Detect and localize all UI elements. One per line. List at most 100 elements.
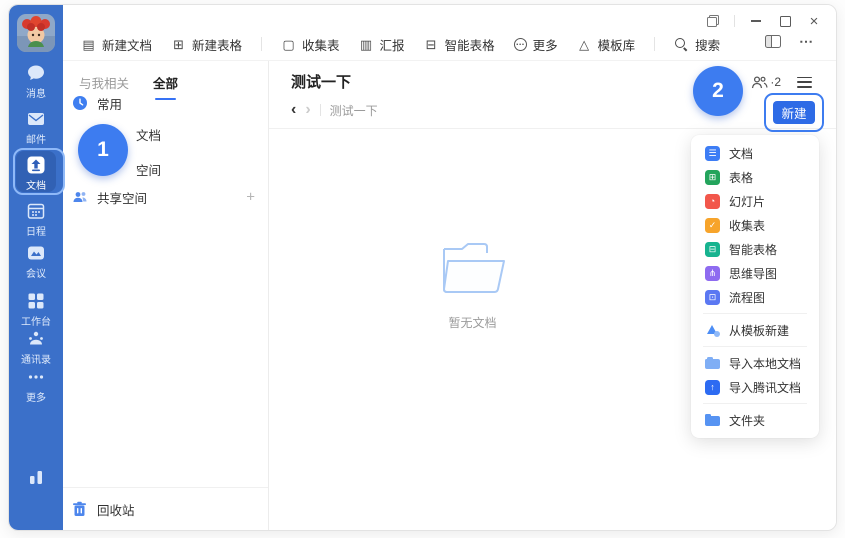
- doc-item-frequent[interactable]: 常用: [63, 88, 269, 118]
- sidebar-stats-button[interactable]: [9, 467, 63, 487]
- menu-item-sheet[interactable]: ⊞ 表格: [691, 165, 819, 189]
- avatar-image: [17, 14, 55, 52]
- divider: [703, 313, 807, 314]
- menu-item-label: 文件夹: [729, 412, 765, 429]
- sidebar-item-mail[interactable]: 邮件: [9, 109, 63, 146]
- toolbar-button-icon: ▤: [81, 37, 96, 52]
- menu-item-new-folder[interactable]: 文件夹: [691, 408, 819, 432]
- menu-item-icon: ⋔: [705, 266, 720, 281]
- shared-people-icon: [71, 189, 88, 206]
- new-dropdown-menu: ☰ 文档 ⊞ 表格 ◔ 幻灯片 ✓ 收集表 ⊟ 智能表格: [691, 135, 819, 438]
- toolbar-button-icon: ▢: [281, 37, 296, 52]
- menu-item-label: 思维导图: [729, 265, 777, 282]
- left-rail: 消息 邮件 文档: [9, 5, 63, 530]
- sidebar-item-label: 通讯录: [9, 351, 63, 366]
- menu-item-icon: ✓: [705, 218, 720, 233]
- top-toolbar: ▤ 新建文档 ⊞ 新建表格 ▢ 收集表 ▥ 汇报 ⊟ 智能表格: [63, 5, 836, 61]
- toolbar-button-icon: ▥: [359, 37, 374, 52]
- window-controls-divider: [734, 15, 735, 27]
- main-header-actions: ·2: [751, 75, 812, 89]
- toolbar-collect-form[interactable]: ▢ 收集表: [281, 35, 340, 54]
- add-space-button[interactable]: +: [246, 189, 255, 206]
- toolbar-more[interactable]: … 更多: [514, 35, 558, 54]
- menu-item-flowchart[interactable]: ⊡ 流程图: [691, 285, 819, 309]
- empty-folder-icon: [436, 241, 510, 297]
- doc-item-shared-space[interactable]: 共享空间 +: [63, 182, 269, 212]
- sidebar-item-workbench[interactable]: 工作台: [9, 291, 63, 328]
- sidebar-item-contacts[interactable]: 通讯录: [9, 329, 63, 366]
- menu-item-icon: ↑: [705, 380, 720, 395]
- sidebar-item-label: 日程: [9, 223, 63, 238]
- recycle-bin-item[interactable]: 回收站: [63, 493, 268, 525]
- sidebar-item-label: 更多: [9, 389, 63, 404]
- members-button[interactable]: ·2: [751, 75, 781, 89]
- menu-item-icon: ⊞: [705, 170, 720, 185]
- menu-item-icon: ⊟: [705, 242, 720, 257]
- menu-item-label: 文档: [729, 145, 753, 162]
- menu-item-slides[interactable]: ◔ 幻灯片: [691, 189, 819, 213]
- list-view-icon[interactable]: [797, 77, 812, 88]
- menu-item-icon: [705, 356, 720, 371]
- menu-item-smart-sheet[interactable]: ⊟ 智能表格: [691, 237, 819, 261]
- header-divider: [269, 128, 836, 129]
- maximize-icon[interactable]: [777, 13, 793, 29]
- toolbar-smart-sheet[interactable]: ⊟ 智能表格: [424, 35, 495, 54]
- window-controls: ×: [705, 13, 822, 29]
- menu-item-collect-form[interactable]: ✓ 收集表: [691, 213, 819, 237]
- stats-icon: [26, 467, 46, 487]
- close-icon[interactable]: ×: [806, 13, 822, 29]
- toolbar-actions: ▤ 新建文档 ⊞ 新建表格 ▢ 收集表 ▥ 汇报 ⊟ 智能表格: [81, 32, 720, 56]
- toolbar-button-label: 搜索: [695, 35, 720, 54]
- toolbar-template-lib[interactable]: △ 模板库: [577, 35, 636, 54]
- toolbar-new-sheet[interactable]: ⊞ 新建表格: [171, 35, 242, 54]
- toolbar-button-label: 新建文档: [102, 35, 152, 54]
- menu-item-label: 幻灯片: [729, 193, 765, 210]
- screenshot-stage: 消息 邮件 文档: [0, 0, 845, 538]
- back-button[interactable]: ‹: [291, 102, 296, 118]
- menu-item-doc[interactable]: ☰ 文档: [691, 141, 819, 165]
- toolbar-new-doc[interactable]: ▤ 新建文档: [81, 35, 152, 54]
- doc-item-label: 共享空间: [97, 188, 147, 207]
- sidebar-item-messages[interactable]: 消息: [9, 63, 63, 100]
- doc-item-label: 空间: [136, 160, 161, 179]
- doc-item-label: 常用: [97, 94, 122, 113]
- doc-item-label: 文档: [136, 125, 161, 144]
- sidebar-item-docs[interactable]: 文档: [9, 155, 63, 192]
- new-button[interactable]: 新建: [773, 101, 815, 124]
- menu-item-icon: [705, 413, 720, 428]
- menu-item-icon: ☰: [705, 146, 720, 161]
- breadcrumb: ‹ › 测试一下: [291, 101, 378, 119]
- menu-item-label: 导入本地文档: [729, 355, 801, 372]
- sidebar-item-more[interactable]: 更多: [9, 367, 63, 404]
- org-chart-icon: [26, 329, 46, 349]
- empty-state-text: 暂无文档: [269, 314, 676, 331]
- menu-item-from-template[interactable]: 从模板新建: [691, 318, 819, 342]
- toolbar-button-label: 智能表格: [445, 35, 495, 54]
- menu-item-mindmap[interactable]: ⋔ 思维导图: [691, 261, 819, 285]
- sidebar-item-calendar[interactable]: 日程: [9, 201, 63, 238]
- menu-item-label: 智能表格: [729, 241, 777, 258]
- sidebar-item-meeting[interactable]: 会议: [9, 243, 63, 280]
- toolbar-search[interactable]: 搜索: [674, 35, 720, 54]
- popout-icon[interactable]: [705, 13, 721, 29]
- menu-item-import-local[interactable]: 导入本地文档: [691, 351, 819, 375]
- more-options-icon[interactable]: ⋯: [799, 39, 814, 45]
- breadcrumb-divider: [320, 104, 321, 116]
- trash-icon: [71, 501, 88, 518]
- divider: [654, 37, 655, 51]
- page-title: 测试一下: [291, 71, 351, 92]
- sidebar-item-label: 文档: [9, 177, 63, 192]
- app-window: 消息 邮件 文档: [8, 4, 837, 531]
- menu-item-label: 表格: [729, 169, 753, 186]
- panel-toggle-icon[interactable]: [765, 35, 781, 48]
- minimize-icon[interactable]: [748, 13, 764, 29]
- toolbar-button-icon: ⊟: [424, 37, 439, 52]
- meeting-icon: [26, 243, 46, 263]
- toolbar-report[interactable]: ▥ 汇报: [359, 35, 405, 54]
- forward-button[interactable]: ›: [305, 102, 310, 118]
- menu-item-icon: [705, 323, 720, 338]
- user-avatar[interactable]: [17, 14, 55, 52]
- menu-item-import-tencent[interactable]: ↑ 导入腾讯文档: [691, 375, 819, 399]
- recycle-bin-label: 回收站: [97, 500, 135, 519]
- menu-item-label: 流程图: [729, 289, 765, 306]
